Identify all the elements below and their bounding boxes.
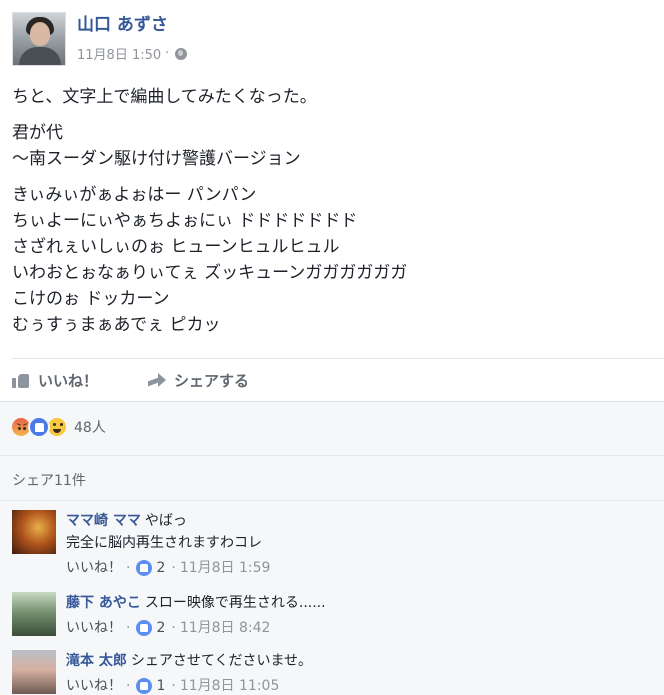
action-divider bbox=[12, 358, 664, 359]
reactions-separator bbox=[0, 455, 664, 456]
post-header: 山口 あずさ 11月8日 1:50 · bbox=[12, 12, 188, 68]
comment-text-line: ママ崎 ママ やばっ bbox=[66, 510, 646, 532]
like-button[interactable]: いいね！ bbox=[12, 370, 98, 391]
post-timestamp[interactable]: 11月8日 1:50 bbox=[77, 44, 161, 63]
comment-meta-separator: · bbox=[171, 620, 176, 636]
like-button-label: いいね！ bbox=[38, 371, 99, 390]
comment-like-link[interactable]: いいね！ bbox=[66, 618, 122, 638]
reactions-summary[interactable]: 48人 bbox=[10, 416, 106, 438]
share-arrow-icon bbox=[148, 373, 167, 387]
reaction-count[interactable]: 48人 bbox=[74, 417, 106, 437]
share-button-label: シェアする bbox=[174, 371, 250, 390]
comment-body: ママ崎 ママ やばっ 完全に脳内再生されますわコレ いいね！ · 2 · 11月8… bbox=[66, 510, 646, 578]
comment-timestamp[interactable]: 11月8日 11:05 bbox=[180, 676, 280, 695]
comment-timestamp[interactable]: 11月8日 1:59 bbox=[180, 558, 271, 578]
share-button[interactable]: シェアする bbox=[148, 370, 249, 391]
meta-separator: · bbox=[165, 46, 170, 61]
author-name[interactable]: 山口 あずさ bbox=[77, 14, 187, 36]
like-count-icon bbox=[136, 560, 153, 576]
comment-meta-separator: · bbox=[126, 560, 131, 576]
post-meta: 11月8日 1:50 · bbox=[77, 44, 188, 63]
comment-meta-separator: · bbox=[126, 620, 131, 636]
comment-text: スロー映像で再生される...... bbox=[144, 595, 326, 611]
comment-body: 滝本 太郎 シェアさせてくださいませ。 いいね！ · 1 · 11月8日 11:0… bbox=[66, 650, 646, 695]
comment-meta-separator: · bbox=[171, 560, 176, 576]
comment-timestamp[interactable]: 11月8日 8:42 bbox=[180, 618, 271, 638]
like-reaction-icon bbox=[28, 416, 50, 438]
like-count-icon bbox=[136, 678, 153, 694]
comment-author[interactable]: ママ崎 ママ bbox=[66, 513, 141, 529]
post-paragraph-title: 君が代 〜南スーダン駆け付け警護バージョン bbox=[12, 123, 301, 169]
comment-text-continued: 完全に脳内再生されますわコレ bbox=[66, 535, 262, 551]
comment-body: 藤下 あやこ スロー映像で再生される...... いいね！ · 2 · 11月8日… bbox=[66, 592, 646, 638]
comment-like-count[interactable]: 2 bbox=[156, 618, 165, 638]
comment-text: シェアさせてくださいませ。 bbox=[130, 653, 313, 669]
comment-text-line: 滝本 太郎 シェアさせてくださいませ。 bbox=[66, 650, 646, 672]
globe-icon[interactable] bbox=[175, 47, 188, 60]
post-body: ちと、文字上で編曲してみたくなった。 君が代 〜南スーダン駆け付け警護バージョン… bbox=[12, 84, 652, 338]
like-count-icon bbox=[136, 620, 153, 636]
comment-text-line: 藤下 あやこ スロー映像で再生される...... bbox=[66, 592, 646, 614]
commenter-avatar[interactable] bbox=[12, 650, 56, 694]
comment-meta-separator: · bbox=[171, 678, 176, 694]
comment-like-link[interactable]: いいね！ bbox=[66, 558, 122, 578]
comment-like-link[interactable]: いいね！ bbox=[66, 676, 122, 695]
comment-meta-separator: · bbox=[126, 678, 131, 694]
shares-separator bbox=[0, 500, 664, 501]
share-count[interactable]: シェア11件 bbox=[12, 470, 86, 490]
comment-author[interactable]: 滝本 太郎 bbox=[66, 653, 127, 669]
feedback-area: 48人 シェア11件 ママ崎 ママ やばっ 完全に脳内再生されますわコレ いいね！… bbox=[0, 401, 664, 695]
action-bar: いいね！ シェアする bbox=[12, 362, 249, 398]
comment-like-count[interactable]: 1 bbox=[156, 676, 165, 695]
comment-author[interactable]: 藤下 あやこ bbox=[66, 595, 141, 611]
comment-text: やばっ bbox=[144, 513, 187, 529]
commenter-avatar[interactable] bbox=[12, 510, 56, 554]
comment-meta: いいね！ · 1 · 11月8日 11:05 bbox=[66, 676, 646, 695]
post-paragraph-intro: ちと、文字上で編曲してみたくなった。 bbox=[12, 87, 317, 107]
author-avatar[interactable] bbox=[12, 12, 66, 66]
comment-meta: いいね！ · 2 · 11月8日 8:42 bbox=[66, 618, 646, 638]
comment-like-count[interactable]: 2 bbox=[156, 558, 165, 578]
commenter-avatar[interactable] bbox=[12, 592, 56, 636]
post-paragraph-lyrics: きぃみぃがぁよぉはー パンパン ちぃよーにぃやぁちよぉにぃ ドドドドドドド さざ… bbox=[12, 185, 408, 335]
thumbs-up-icon bbox=[12, 372, 30, 388]
author-block: 山口 あずさ 11月8日 1:50 · bbox=[77, 12, 188, 68]
comment-meta: いいね！ · 2 · 11月8日 1:59 bbox=[66, 558, 646, 578]
